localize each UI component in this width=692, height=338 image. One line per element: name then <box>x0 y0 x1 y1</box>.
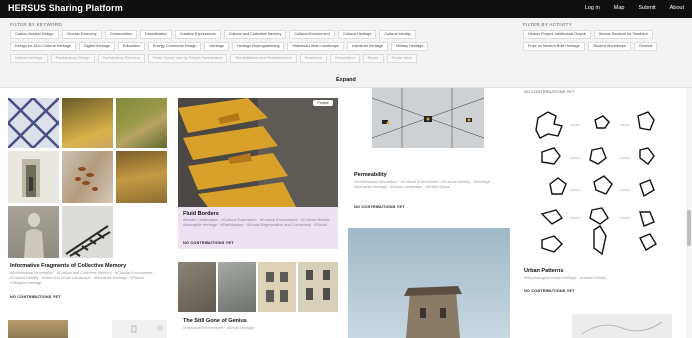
keyword-tag[interactable]: Conservation <box>104 30 137 39</box>
keyword-tag[interactable]: Densification <box>139 30 172 39</box>
keyword-tag[interactable]: Digital Heritage <box>78 42 115 51</box>
keyword-tag[interactable]: Circular Economy <box>61 30 102 39</box>
site-brand[interactable]: HERSUS Sharing Platform <box>8 3 123 13</box>
card-title-fluid-borders[interactable]: Fluid Borders <box>183 211 219 217</box>
card-image-partial[interactable] <box>572 314 672 338</box>
activity-tag[interactable]: Prize on Modern Built Heritage <box>523 42 585 51</box>
keyword-tag[interactable]: Restoration <box>330 54 360 63</box>
stairs-image[interactable] <box>62 206 113 258</box>
keyword-tags-row-3: Natural Heritage Participatory Design Pa… <box>10 54 510 63</box>
card-title-urban-patterns[interactable]: Urban Patterns <box>524 268 563 274</box>
card-tags-urban-patterns: #Morphological Urban Heritage · #Urban D… <box>524 276 607 280</box>
card-title-genius[interactable]: The Still Gone of Genius <box>183 318 247 324</box>
keyword-tags-row-2: Design for All in Cultural Heritage Digi… <box>10 42 510 51</box>
nav-login-link[interactable]: Log in <box>585 5 600 11</box>
keyword-tag[interactable]: Cultural and Collective Memory <box>223 30 287 39</box>
autumn-path-image[interactable] <box>62 98 113 148</box>
keywords-heading: FILTER BY KEYWORD <box>10 22 62 27</box>
leaves-wall-image[interactable] <box>62 151 113 203</box>
card-tags-genius: #Historical Environment · #Urban Heritag… <box>183 326 255 330</box>
permeability-image[interactable] <box>372 88 484 148</box>
keyword-tag[interactable]: Natural Heritage <box>10 54 48 63</box>
keyword-tag[interactable]: Cultural Heritage <box>337 30 377 39</box>
top-navigation-bar: HERSUS Sharing Platform Log in Map Submi… <box>0 0 692 18</box>
keyword-tag[interactable]: Energy Conscious Design <box>147 42 202 51</box>
card-tags-permeability: #Architectural Information · #Cultural E… <box>354 180 493 189</box>
genius-image-4[interactable] <box>298 262 338 312</box>
autumn-trees-image[interactable] <box>116 151 167 203</box>
activity-tags-row-1: Hersus Project: Intellectual Output Hers… <box>523 30 688 39</box>
contributions-status: NO CONTRIBUTIONS YET <box>524 289 575 293</box>
contributions-status: NO CONTRIBUTIONS YET <box>10 295 61 299</box>
lattice-image[interactable] <box>8 98 59 148</box>
genius-image-2[interactable] <box>218 262 256 312</box>
keyword-tag[interactable]: Education <box>117 42 145 51</box>
fluid-borders-image[interactable] <box>178 98 338 207</box>
genius-image-1[interactable] <box>178 262 216 312</box>
keyword-tags-row-1: Carbon Neutral Design Circular Economy C… <box>10 30 510 39</box>
activity-heading: FILTER BY ACTIVITY <box>523 22 572 27</box>
tower-image[interactable] <box>348 228 510 338</box>
statue-image[interactable] <box>8 206 59 258</box>
card-tags-fluid-borders: #Border Landscapes · #Cultural Expressio… <box>183 218 332 227</box>
keyword-tag[interactable]: Carbon Neutral Design <box>10 30 59 39</box>
activity-tag[interactable]: General <box>633 42 658 51</box>
card-tags-informative-fragments: #Architectural Information · #Cultural a… <box>10 271 155 285</box>
keyword-tag[interactable]: Heritage <box>204 42 229 51</box>
card-badge: Project <box>313 100 333 106</box>
keyword-tag[interactable]: Cultural Environment <box>289 30 335 39</box>
keyword-tag[interactable]: Creative Expressions <box>174 30 221 39</box>
activity-tag[interactable]: Hersus Project: Intellectual Output <box>523 30 591 39</box>
scrollbar-thumb[interactable] <box>687 210 691 246</box>
keyword-tag[interactable]: Cultural Identity <box>379 30 416 39</box>
doorway-image[interactable] <box>8 151 59 203</box>
genius-image-3[interactable] <box>258 262 296 312</box>
contributions-status: NO CONTRIBUTIONS YET <box>183 241 234 245</box>
top-nav-links: Log in Map Submit About <box>585 5 684 11</box>
keyword-tag[interactable]: Design for All in Cultural Heritage <box>10 42 76 51</box>
keyword-tag[interactable]: Reuse <box>362 54 384 63</box>
card-image-partial[interactable] <box>8 320 68 338</box>
keyword-tag[interactable]: Historical Urban Landscape <box>287 42 345 51</box>
keyword-tag[interactable]: Rehabilitation and Refurbishment <box>230 54 297 63</box>
activity-tag[interactable]: Hersus Seminar for Teachers <box>593 30 653 39</box>
keyword-tag[interactable]: Social Value <box>386 54 418 63</box>
urban-patterns-image[interactable] <box>520 100 670 260</box>
nav-about-link[interactable]: About <box>670 5 684 11</box>
card-title-informative-fragments[interactable]: Informative Fragments of Collective Memo… <box>10 263 126 269</box>
keyword-tag[interactable]: Industrial Heritage <box>347 42 388 51</box>
card-image-partial[interactable] <box>112 320 167 338</box>
expand-filters-button[interactable]: Expand <box>336 77 356 83</box>
keyword-tag[interactable]: Participatory Planning <box>97 54 145 63</box>
keyword-tag[interactable]: Participatory Design <box>50 54 95 63</box>
card-title-permeability[interactable]: Permeability <box>354 172 387 178</box>
stone-steps-image[interactable] <box>116 98 167 148</box>
keyword-tag[interactable]: Resilience <box>299 54 328 63</box>
keyword-tag[interactable]: Heritage Reprogramming <box>231 42 285 51</box>
contributions-status: NO CONTRIBUTIONS YET <box>524 90 575 94</box>
keyword-tag[interactable]: Public Space Use by People Participation <box>147 54 228 63</box>
nav-map-link[interactable]: Map <box>614 5 625 11</box>
nav-submit-link[interactable]: Submit <box>639 5 656 11</box>
keyword-tag[interactable]: Military Heritage <box>390 42 429 51</box>
activity-tag[interactable]: Student Workshops <box>587 42 631 51</box>
activity-tags-row-2: Prize on Modern Built Heritage Student W… <box>523 42 688 51</box>
contributions-status: NO CONTRIBUTIONS YET <box>354 205 405 209</box>
